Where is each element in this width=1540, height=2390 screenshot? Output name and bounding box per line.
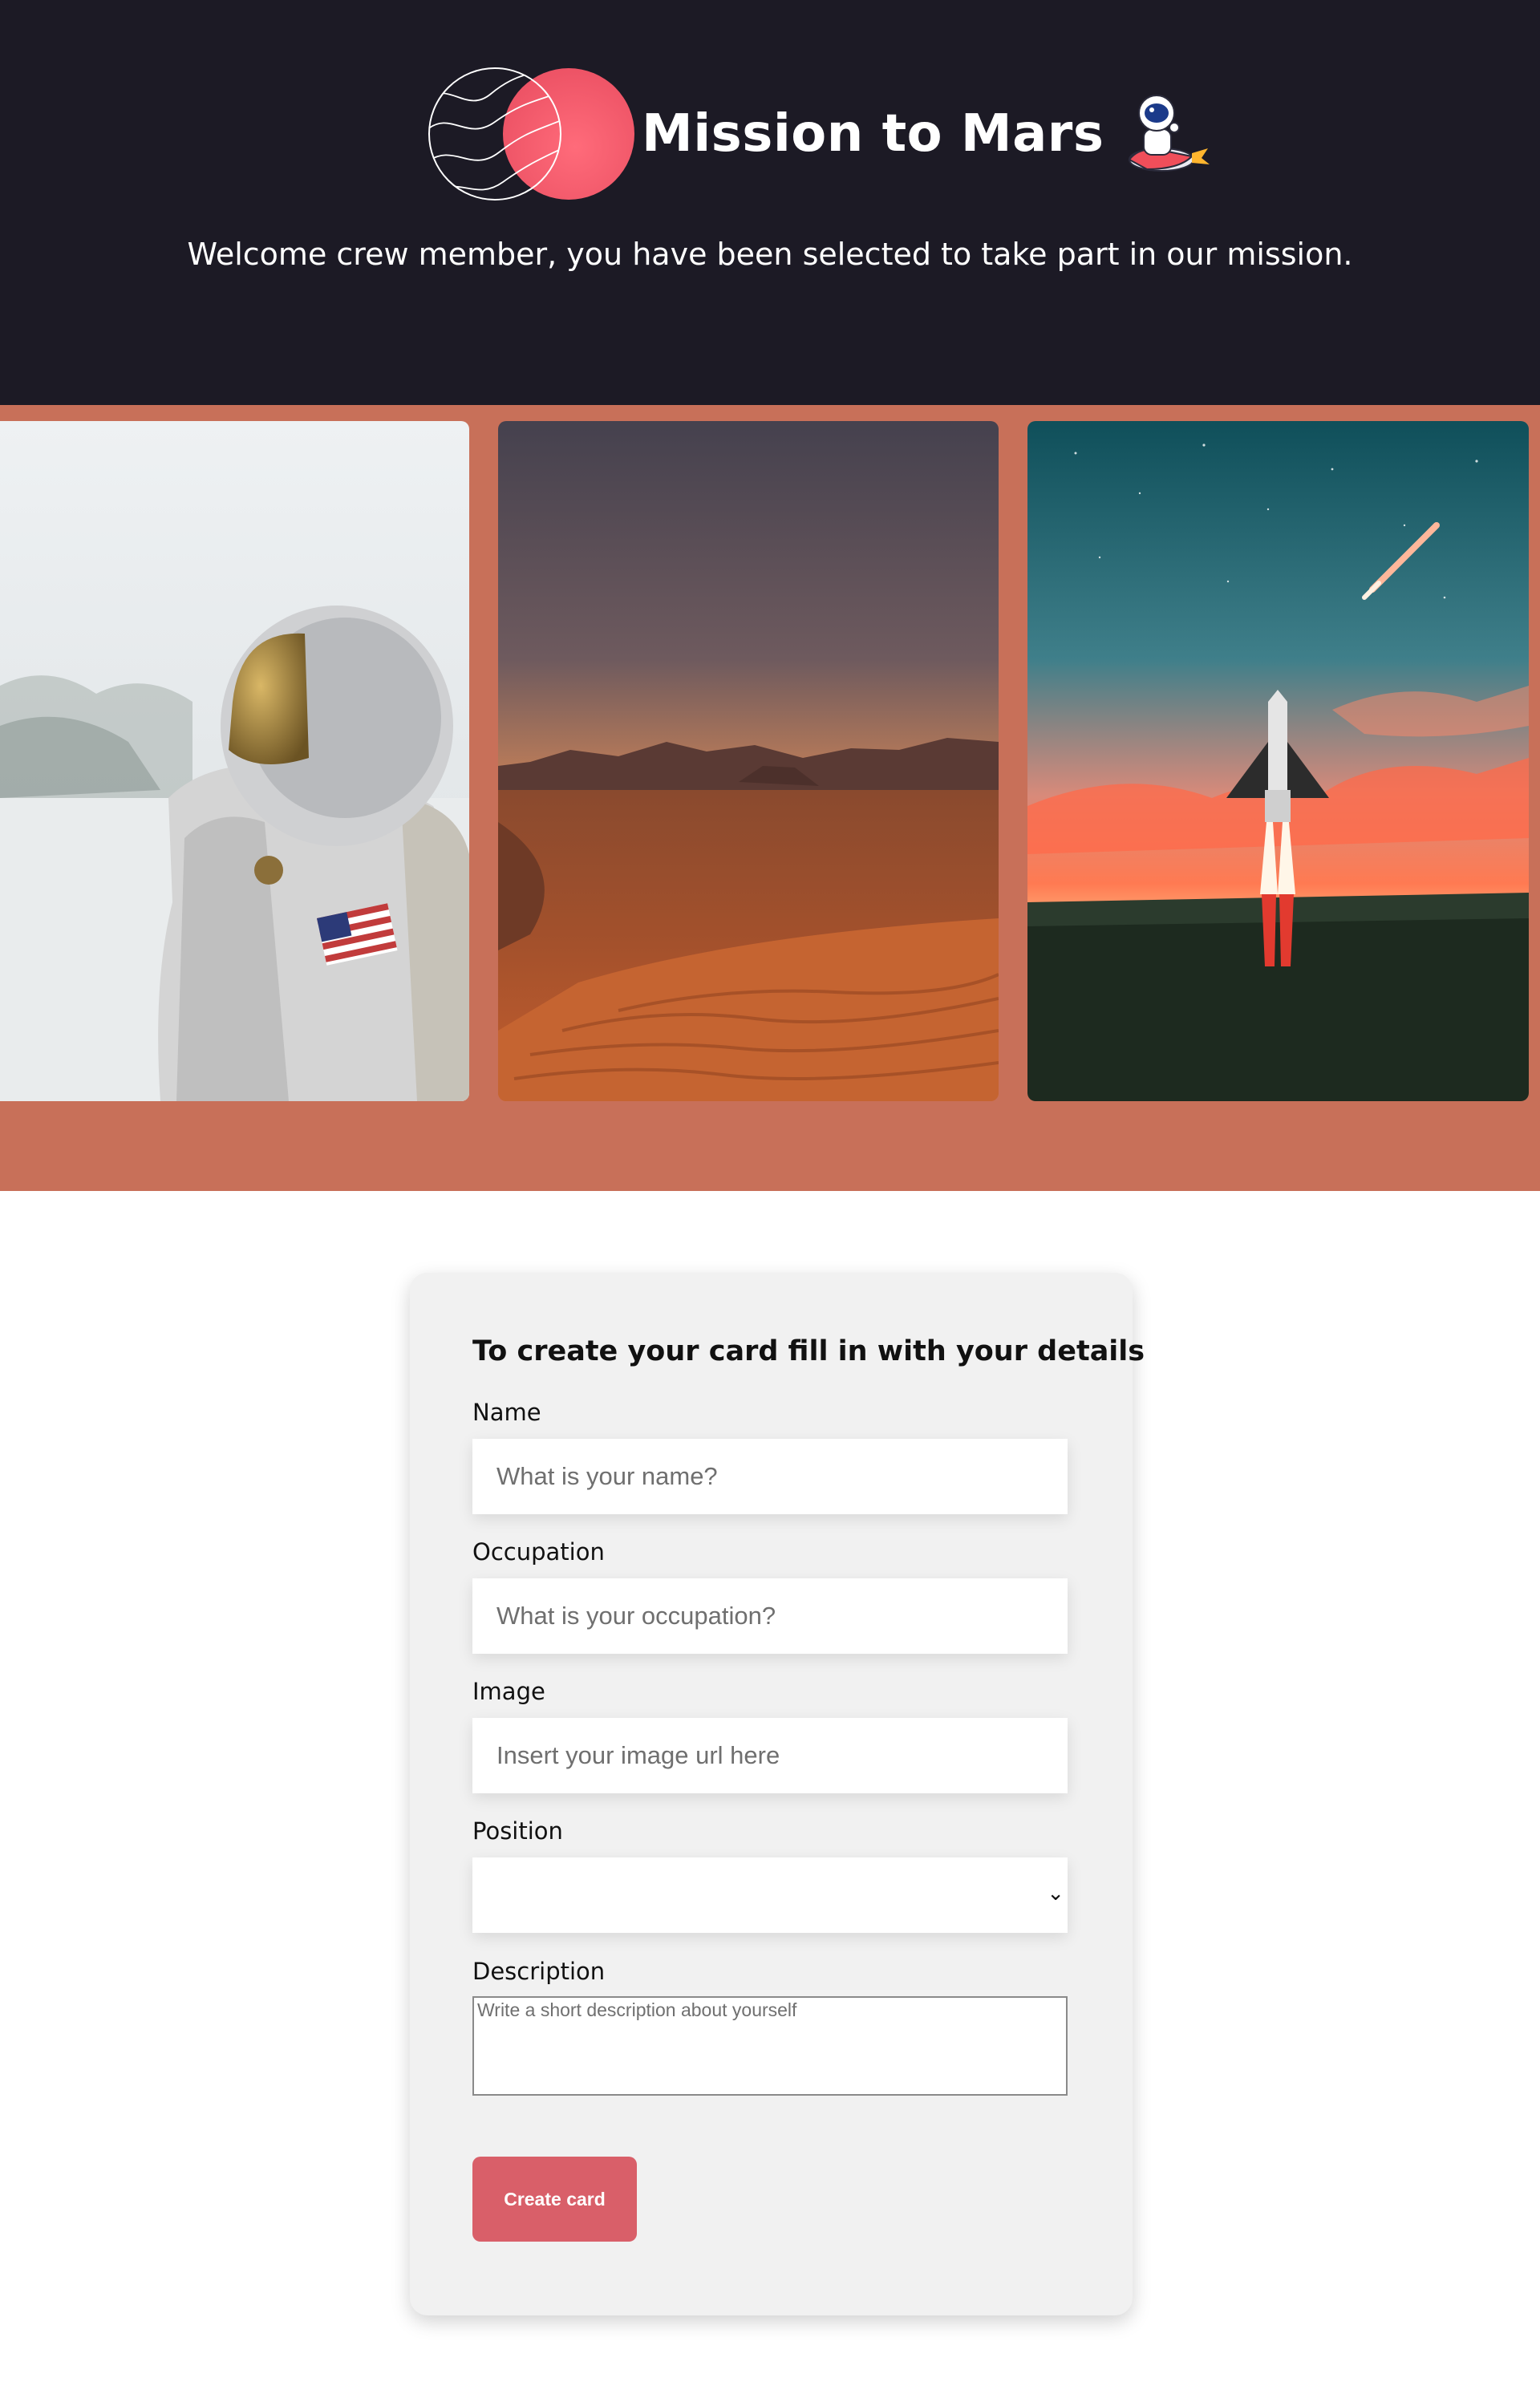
mars-desert-photo — [498, 421, 999, 1101]
astronaut-rocket-icon — [1115, 86, 1211, 182]
chevron-down-icon: ⌄ — [1047, 1882, 1064, 1906]
astronaut-photo — [0, 421, 469, 1101]
image-url-input[interactable] — [472, 1718, 1068, 1793]
site-title: Mission to Mars — [642, 104, 1104, 164]
image-label: Image — [472, 1678, 545, 1705]
description-label: Description — [472, 1958, 606, 1985]
position-select[interactable]: ⌄ — [472, 1857, 1068, 1933]
description-textarea[interactable] — [472, 1996, 1068, 2096]
site-header: Mission to Mars Welcome crew member, you… — [0, 0, 1540, 405]
occupation-label: Occupation — [472, 1538, 605, 1566]
name-label: Name — [472, 1399, 541, 1426]
planet-logo-icon — [427, 66, 635, 202]
create-card-button[interactable]: Create card — [472, 2157, 637, 2242]
form-title: To create your card fill in with your de… — [472, 1335, 1145, 1367]
position-label: Position — [472, 1817, 563, 1845]
occupation-input[interactable] — [472, 1578, 1068, 1654]
name-input[interactable] — [472, 1439, 1068, 1514]
create-card-form: To create your card fill in with your de… — [410, 1273, 1145, 2315]
photo-gallery — [0, 405, 1540, 1191]
rocket-launch-photo — [1027, 421, 1529, 1101]
brand: Mission to Mars — [427, 66, 1211, 202]
welcome-message: Welcome crew member, you have been selec… — [187, 237, 1353, 272]
